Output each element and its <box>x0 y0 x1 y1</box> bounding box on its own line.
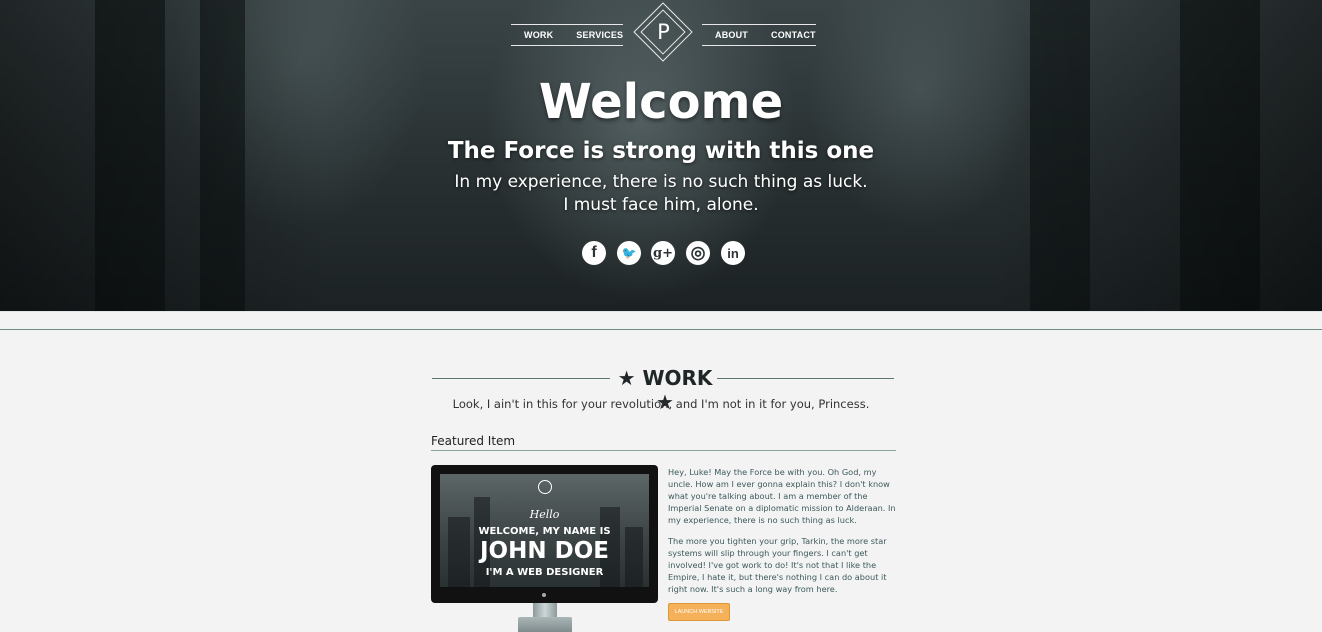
screen-logo-icon <box>538 480 552 494</box>
work-paragraph-2: The more you tighten your grip, Tarkin, … <box>668 536 887 594</box>
featured-item-heading: Featured Item <box>431 434 896 451</box>
screen-hello: Hello <box>529 508 560 521</box>
work-subtitle: Look, I ain't in this for your revolutio… <box>452 397 870 411</box>
logo-letter[interactable]: P <box>642 14 685 50</box>
screen-welcome: WELCOME, MY NAME IS <box>478 526 611 537</box>
nav-left: WORK SERVICES <box>511 24 623 46</box>
monitor-power-dot <box>542 593 546 597</box>
divider <box>0 311 1322 312</box>
work-rule-right <box>717 378 894 379</box>
dribbble-icon[interactable]: ◎ <box>686 241 710 265</box>
facebook-icon[interactable]: f <box>582 241 606 265</box>
nav-contact[interactable]: CONTACT <box>771 30 816 40</box>
nav-right: ABOUT CONTACT <box>702 24 816 46</box>
monitor-image[interactable]: Hello WELCOME, MY NAME IS JOHN DOE I'M A… <box>431 465 658 603</box>
work-rule-left <box>432 378 610 379</box>
linkedin-icon[interactable]: in <box>721 241 745 265</box>
nav-about[interactable]: ABOUT <box>715 30 748 40</box>
hero-line-1: In my experience, there is no such thing… <box>454 172 868 192</box>
work-paragraph-1: Hey, Luke! May the Force be with you. Oh… <box>668 467 896 525</box>
hero-section: WORK SERVICES P ABOUT CONTACT Welcome Th… <box>0 0 1322 311</box>
monitor-base <box>518 617 572 632</box>
screen-name: JOHN DOE <box>480 538 609 564</box>
google-plus-icon[interactable]: g+ <box>651 241 675 265</box>
nav-work[interactable]: WORK <box>524 30 553 40</box>
screen-preview: Hello WELCOME, MY NAME IS JOHN DOE I'M A… <box>440 474 649 587</box>
hero-subtitle: The Force is strong with this one <box>447 138 875 164</box>
hero-line-2: I must face him, alone. <box>563 195 759 215</box>
launch-website-button[interactable]: LAUNCH WEBSITE <box>668 603 730 621</box>
divider <box>0 329 1322 330</box>
twitter-icon[interactable]: 🐦 <box>617 241 641 265</box>
nav-services[interactable]: SERVICES <box>576 30 623 40</box>
hero-title: Welcome <box>538 74 784 130</box>
screen-role: I'M A WEB DESIGNER <box>485 567 604 578</box>
